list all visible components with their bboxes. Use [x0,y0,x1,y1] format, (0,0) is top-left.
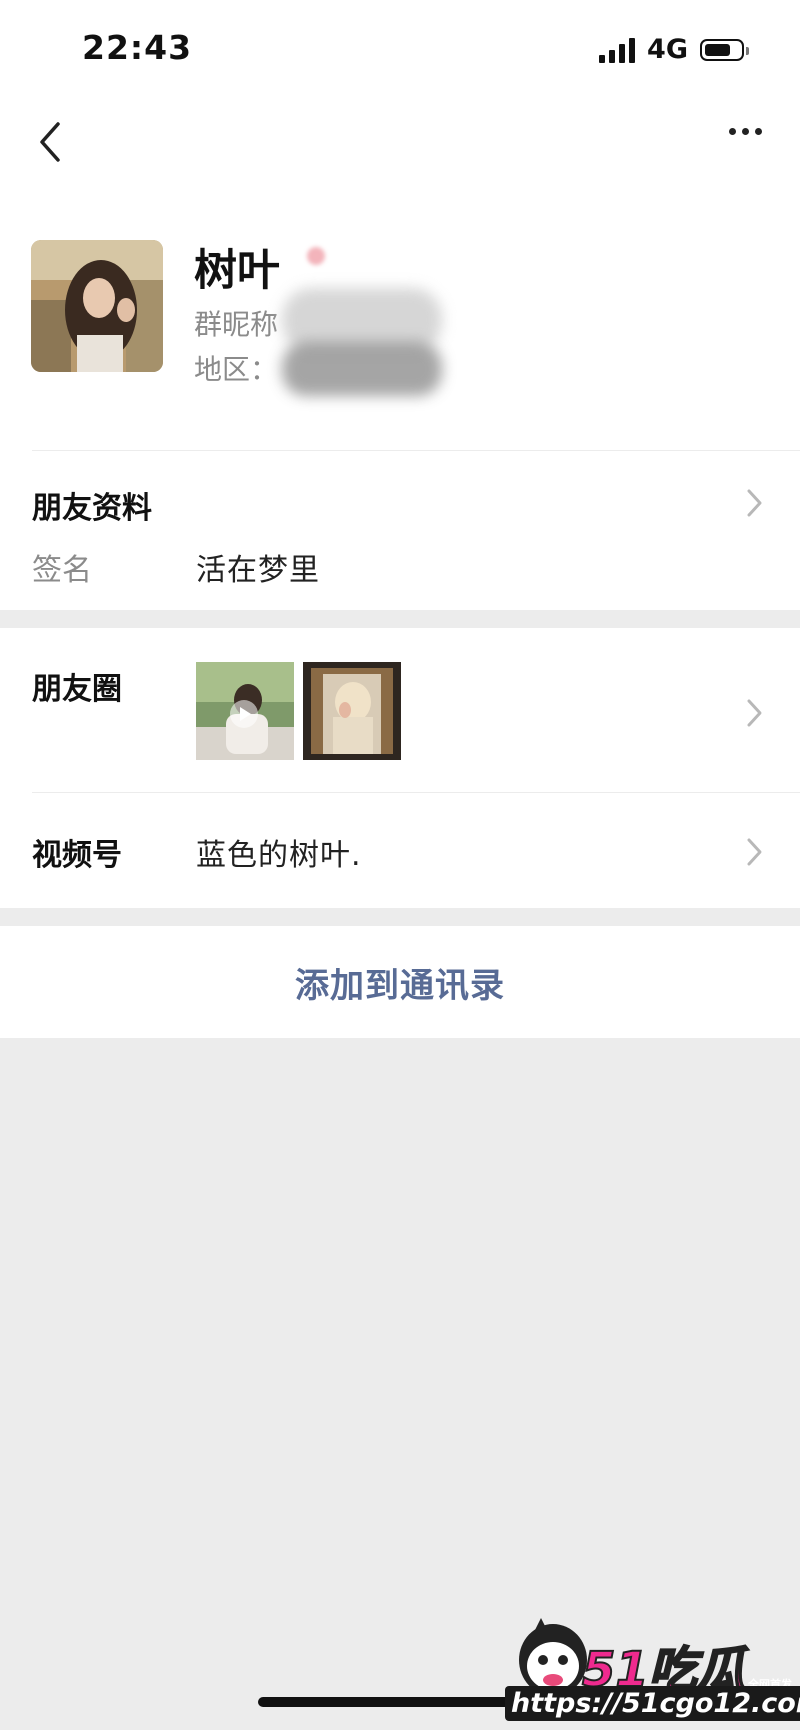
status-time: 22:43 [82,28,193,67]
friend-info-label: 朋友资料 [32,491,152,526]
home-indicator[interactable] [258,1697,540,1707]
avatar[interactable] [31,240,163,372]
channels-value: 蓝色的树叶. [196,838,362,873]
chevron-left-icon[interactable] [30,118,70,166]
chevron-right-icon [747,489,762,517]
add-to-contacts-button[interactable]: 添加到通讯录 [0,926,800,1038]
gender-icon [307,247,325,265]
divider [32,450,800,451]
moments-thumbnail[interactable] [196,662,294,760]
watermark-url: https://51cgo12.com [505,1686,800,1721]
moments-label: 朋友圈 [32,672,122,707]
moments-thumbnail[interactable] [303,662,401,760]
redaction-blur [282,342,442,396]
profile-name: 树叶 [194,246,280,296]
more-horizontal-icon[interactable] [729,128,762,135]
channels-label: 视频号 [32,838,122,873]
chevron-right-icon [747,838,762,866]
friend-info-row[interactable] [0,455,800,605]
add-to-contacts-label: 添加到通讯录 [295,965,505,1006]
signature-label: 签名 [32,553,92,588]
region-label: 地区： [194,353,279,386]
status-indicators: 4G [599,34,749,65]
chevron-right-icon [747,699,762,727]
signal-icon [599,37,636,63]
signature-value: 活在梦里 [196,553,320,588]
battery-icon [700,38,749,61]
network-type: 4G [647,34,688,65]
nickname-label: 群昵称 [194,308,279,341]
